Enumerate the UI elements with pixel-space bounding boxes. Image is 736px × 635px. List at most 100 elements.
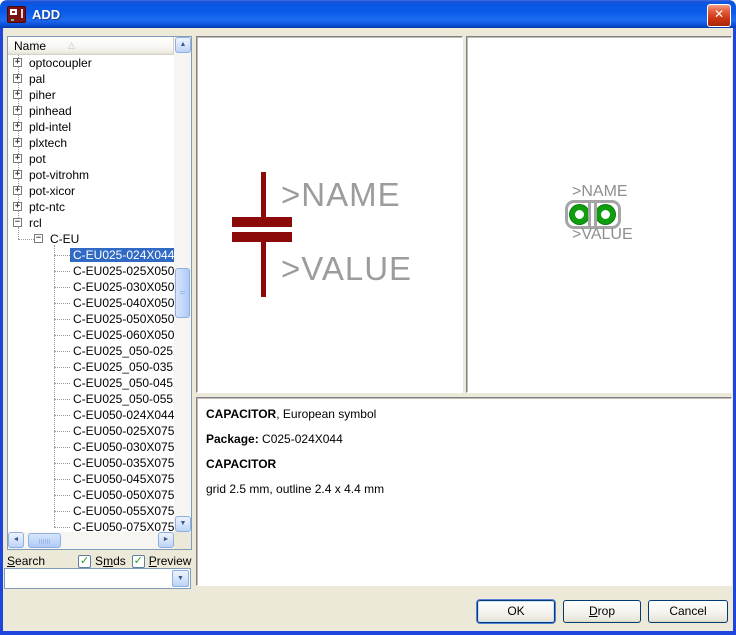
horizontal-scrollbar[interactable]: ◄ ► xyxy=(8,532,174,549)
tree-item[interactable]: C-EU025_050-025X0 xyxy=(8,343,174,359)
expand-icon[interactable]: + xyxy=(13,122,22,131)
tree-item-label: C-EU025-025X050 xyxy=(70,264,174,278)
tree-item[interactable]: −rcl xyxy=(8,215,174,231)
cancel-button[interactable]: Cancel xyxy=(648,600,728,623)
tree-item[interactable]: C-EU050-024X044 xyxy=(8,407,174,423)
tree-item[interactable]: C-EU025-060X050 xyxy=(8,327,174,343)
scroll-down-icon[interactable]: ▼ xyxy=(175,516,191,532)
capacitor-lead-top xyxy=(261,172,266,217)
expand-icon[interactable]: + xyxy=(13,58,22,67)
tree-item-label: C-EU025-040X050 xyxy=(70,296,174,310)
tree-item-label: rcl xyxy=(26,216,45,230)
symbol-preview-pane: >NAME >VALUE xyxy=(196,36,463,393)
close-button[interactable]: ✕ xyxy=(707,4,731,27)
package-plate-bar xyxy=(594,202,597,227)
package-plate-bar xyxy=(588,202,591,227)
horizontal-scroll-thumb[interactable] xyxy=(28,533,61,548)
expand-icon[interactable]: + xyxy=(13,138,22,147)
tree-item[interactable]: C-EU025-050X050 xyxy=(8,311,174,327)
pad-right xyxy=(596,205,615,224)
expand-icon[interactable]: + xyxy=(13,74,22,83)
tree-item[interactable]: C-EU025-024X044 xyxy=(8,247,174,263)
tree-item[interactable]: C-EU050-050X075 xyxy=(8,487,174,503)
tree-item-label: ptc-ntc xyxy=(26,200,68,214)
tree-rows: +optocoupler+pal+piher+pinhead+pld-intel… xyxy=(8,55,174,532)
tree-item[interactable]: C-EU050-030X075 xyxy=(8,439,174,455)
tree-item-label: C-EU xyxy=(47,232,82,246)
expand-icon[interactable]: + xyxy=(13,106,22,115)
collapse-icon[interactable]: − xyxy=(13,218,22,227)
tree-item[interactable]: C-EU050-025X075 xyxy=(8,423,174,439)
tree-item-label: C-EU025_050-055X0 xyxy=(70,392,174,406)
tree-item[interactable]: + optocoupler xyxy=(8,55,174,71)
tree-item[interactable]: C-EU025-025X050 xyxy=(8,263,174,279)
tree-item[interactable]: C-EU050-045X075 xyxy=(8,471,174,487)
expand-icon[interactable]: + xyxy=(13,154,22,163)
tree-column-header[interactable]: Name △ xyxy=(8,37,174,55)
search-label: Search xyxy=(7,554,45,568)
scroll-left-icon[interactable]: ◄ xyxy=(8,532,24,548)
tree-item-label: C-EU025_050-045X0 xyxy=(70,376,174,390)
package-name-placeholder: >NAME xyxy=(572,183,628,201)
title-bar[interactable]: ADD ✕ xyxy=(0,0,736,28)
description-section: CAPACITOR xyxy=(206,457,276,471)
tree-item[interactable]: C-EU050-055X075 xyxy=(8,503,174,519)
expand-icon[interactable]: + xyxy=(13,170,22,179)
search-combobox[interactable]: ▼ xyxy=(4,568,191,589)
vertical-scroll-thumb[interactable] xyxy=(175,268,190,318)
scroll-up-icon[interactable]: ▲ xyxy=(175,37,191,53)
expand-icon[interactable]: + xyxy=(13,202,22,211)
combo-dropdown-icon[interactable]: ▼ xyxy=(172,570,189,587)
preview-label: Preview xyxy=(149,554,192,568)
tree-item[interactable]: +pld-intel xyxy=(8,119,174,135)
description-package: Package: C025-024X044 xyxy=(206,432,343,446)
tree-item-label: C-EU050-055X075 xyxy=(70,504,174,518)
app-icon xyxy=(7,6,26,23)
tree-item[interactable]: C-EU025_050-035X0 xyxy=(8,359,174,375)
vertical-scrollbar[interactable]: ▲ ▼ xyxy=(174,37,191,532)
dialog-body: Name △ +optocoupler+pal+piher+pinhead+pl… xyxy=(0,28,736,635)
capacitor-plate-bottom xyxy=(232,232,292,242)
tree-item[interactable]: C-EU025_050-045X0 xyxy=(8,375,174,391)
smds-label: Smds xyxy=(95,554,126,568)
scrollbar-corner xyxy=(174,532,191,549)
tree-item-label: C-EU050-050X075 xyxy=(70,488,174,502)
tree-item-label: C-EU050-024X044 xyxy=(70,408,174,422)
symbol-name-placeholder: >NAME xyxy=(281,176,401,214)
description-title: CAPACITOR, European symbol xyxy=(206,407,376,421)
pad-left xyxy=(570,205,589,224)
drop-button[interactable]: Drop xyxy=(563,600,641,623)
tree-item-label: C-EU025-050X050 xyxy=(70,312,174,326)
tree-item-label: optocoupler xyxy=(26,56,95,70)
tree-item-label: piher xyxy=(26,88,59,102)
capacitor-lead-bottom xyxy=(261,242,266,297)
tree-item-label: C-EU050-030X075 xyxy=(70,440,174,454)
tree-item[interactable]: C-EU050-075X075 xyxy=(8,519,174,532)
tree-item[interactable]: C-EU025_050-055X0 xyxy=(8,391,174,407)
tree-item-label: C-EU050-025X075 xyxy=(70,424,174,438)
tree-item[interactable]: + piher xyxy=(8,87,174,103)
tree-item[interactable]: C-EU025-040X050 xyxy=(8,295,174,311)
description-details: grid 2.5 mm, outline 2.4 x 4.4 mm xyxy=(206,482,384,496)
tree-item[interactable]: + ptc-ntc xyxy=(8,199,174,215)
preview-checkbox[interactable]: ✓ xyxy=(132,555,145,568)
tree-item[interactable]: +pot xyxy=(8,151,174,167)
tree-item[interactable]: C-EU025-030X050 xyxy=(8,279,174,295)
capacitor-plate-top xyxy=(232,217,292,227)
smds-checkbox[interactable]: ✓ xyxy=(78,555,91,568)
expand-icon[interactable]: + xyxy=(13,186,22,195)
tree-item[interactable]: +plxtech xyxy=(8,135,174,151)
tree-item[interactable]: −C-EU xyxy=(8,231,174,247)
tree-item[interactable]: +pot-vitrohm xyxy=(8,167,174,183)
tree-item[interactable]: +pot-xicor xyxy=(8,183,174,199)
sort-ascending-icon: △ xyxy=(68,40,75,51)
tree-item[interactable]: +pinhead xyxy=(8,103,174,119)
expand-icon[interactable]: + xyxy=(13,90,22,99)
collapse-icon[interactable]: − xyxy=(34,234,43,243)
ok-button[interactable]: OK xyxy=(477,600,555,623)
search-row: Search ✓ Smds ✓ Preview xyxy=(7,554,192,568)
scroll-right-icon[interactable]: ► xyxy=(158,532,174,548)
tree-item[interactable]: +pal xyxy=(8,71,174,87)
description-pane: CAPACITOR, European symbol Package: C025… xyxy=(196,397,732,586)
tree-item[interactable]: C-EU050-035X075 xyxy=(8,455,174,471)
